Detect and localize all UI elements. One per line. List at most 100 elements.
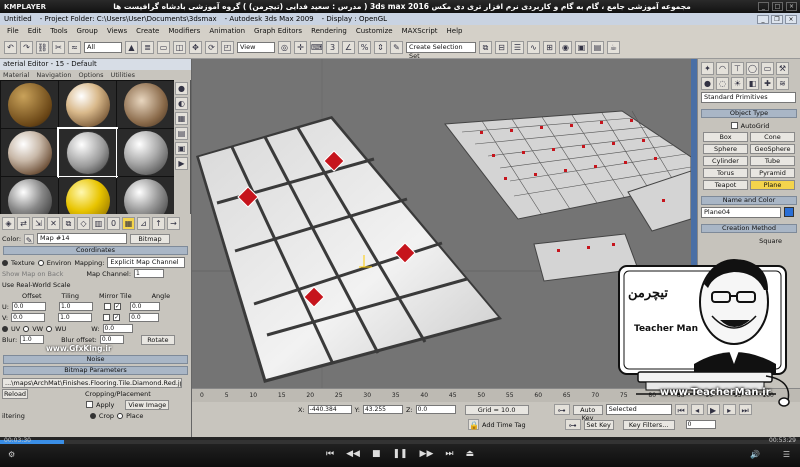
v-mirror-checkbox[interactable] xyxy=(103,314,111,321)
next-chapter-icon[interactable]: ⏭ xyxy=(445,449,453,459)
wu-radio[interactable] xyxy=(46,325,53,332)
show-map-on-back-label[interactable]: Show Map on Back xyxy=(2,270,63,278)
volume-icon[interactable]: 🔊 xyxy=(750,450,760,459)
map-type-button[interactable]: Bitmap xyxy=(130,233,171,244)
make-unique-icon[interactable]: ◇ xyxy=(77,217,90,230)
reference-coord-dropdown[interactable]: View xyxy=(237,42,275,53)
close-icon[interactable]: × xyxy=(786,2,797,11)
v-offset-input[interactable]: 0.0 xyxy=(11,313,46,322)
v-tiling-input[interactable]: 1.0 xyxy=(58,313,93,322)
prev-chapter-icon[interactable]: ⏮ xyxy=(326,449,334,459)
menu-group[interactable]: Group xyxy=(77,27,98,35)
maximize-icon[interactable]: □ xyxy=(772,2,783,11)
quick-render-icon[interactable]: ☕ xyxy=(607,41,620,54)
window-crossing-icon[interactable]: ◫ xyxy=(173,41,186,54)
current-frame-input[interactable]: 0 xyxy=(685,420,716,429)
set-key-icon[interactable]: ⊶ xyxy=(564,419,581,430)
menu-help[interactable]: Help xyxy=(447,27,463,35)
u-tiling-input[interactable]: 1.0 xyxy=(58,302,93,311)
shapes-icon[interactable]: ◌ xyxy=(716,77,729,90)
w-angle-input[interactable]: 0.0 xyxy=(102,324,133,333)
select-rotate-icon[interactable]: ⟳ xyxy=(205,41,218,54)
menu-navigation[interactable]: Navigation xyxy=(36,70,71,80)
mapping-dropdown[interactable]: Explicit Map Channel xyxy=(107,257,186,268)
menu-edit[interactable]: Edit xyxy=(28,27,42,35)
real-world-label[interactable]: Use Real-World Scale xyxy=(2,281,71,289)
hierarchy-tab-icon[interactable]: ⊤ xyxy=(731,62,744,75)
spacewarps-icon[interactable]: ≋ xyxy=(776,77,789,90)
x-coord-input[interactable]: -440.384 xyxy=(307,405,352,414)
sample-slot[interactable] xyxy=(1,129,58,176)
layer-manager-icon[interactable]: ☰ xyxy=(511,41,524,54)
sample-type-icon[interactable]: ● xyxy=(175,82,188,95)
reset-map-icon[interactable]: ✕ xyxy=(47,217,60,230)
time-tag-icon[interactable]: 🔒 xyxy=(468,419,479,430)
lights-icon[interactable]: ☀ xyxy=(731,77,744,90)
show-map-in-viewport-icon[interactable]: ▦ xyxy=(122,217,135,230)
display-tab-icon[interactable]: ▭ xyxy=(761,62,774,75)
max-restore-icon[interactable]: ❐ xyxy=(771,14,783,24)
tube-button[interactable]: Tube xyxy=(750,156,795,166)
unlink-icon[interactable]: ✂ xyxy=(52,41,65,54)
material-editor-icon[interactable]: ◉ xyxy=(559,41,572,54)
u-angle-input[interactable]: 0.0 xyxy=(129,302,160,311)
seek-bar[interactable] xyxy=(0,440,800,444)
rotate-button[interactable]: Rotate xyxy=(140,334,175,345)
manipulate-icon[interactable]: ✛ xyxy=(294,41,307,54)
backlight-icon[interactable]: ◐ xyxy=(175,97,188,110)
bitmap-path-button[interactable]: ...\maps\ArchMat\Finishes.Flooring.Tile.… xyxy=(2,377,182,388)
redo-icon[interactable]: ↷ xyxy=(20,41,33,54)
select-move-icon[interactable]: ✥ xyxy=(189,41,202,54)
u-mirror-checkbox[interactable] xyxy=(103,303,111,310)
go-forward-icon[interactable]: → xyxy=(167,217,180,230)
tile-plane-large[interactable] xyxy=(196,116,502,383)
sample-slot[interactable] xyxy=(117,177,174,214)
box-button[interactable]: Box xyxy=(703,132,748,142)
blur-offset-input[interactable]: 0.0 xyxy=(99,335,124,344)
set-key-button[interactable]: Set Key xyxy=(583,419,614,430)
max-minimize-icon[interactable]: _ xyxy=(757,14,769,24)
pyramid-button[interactable]: Pyramid xyxy=(750,168,795,178)
map-channel-input[interactable]: 1 xyxy=(134,269,165,278)
teapot-button[interactable]: Teapot xyxy=(703,180,748,190)
select-object-icon[interactable]: ▲ xyxy=(125,41,138,54)
sample-slot[interactable] xyxy=(117,81,174,128)
menu-utilities[interactable]: Utilities xyxy=(111,70,135,80)
menu-tools[interactable]: Tools xyxy=(50,27,67,35)
material-id-icon[interactable]: 0 xyxy=(107,217,120,230)
video-color-check-icon[interactable]: ▣ xyxy=(175,142,188,155)
autogrid-checkbox[interactable] xyxy=(730,122,738,129)
selection-set-dropdown[interactable]: Create Selection Set xyxy=(406,42,476,60)
geosphere-button[interactable]: GeoSphere xyxy=(750,144,795,154)
settings-icon[interactable]: ⚙ xyxy=(8,450,15,459)
align-icon[interactable]: ⊟ xyxy=(495,41,508,54)
view-image-button[interactable]: View Image xyxy=(125,399,170,410)
object-name-input[interactable]: Plane04 xyxy=(701,207,781,218)
sample-slot[interactable] xyxy=(1,81,58,128)
selection-filter-dropdown[interactable]: All xyxy=(84,42,122,53)
max-close-icon[interactable]: × xyxy=(785,14,797,24)
key-mode-icon[interactable]: ⊶ xyxy=(553,404,570,415)
utilities-tab-icon[interactable]: ⚒ xyxy=(776,62,789,75)
crop-radio[interactable] xyxy=(89,412,96,419)
menu-maxscript[interactable]: MAXScript xyxy=(402,27,438,35)
rect-selection-icon[interactable]: ▭ xyxy=(157,41,170,54)
z-coord-input[interactable]: 0.0 xyxy=(415,405,456,414)
modify-tab-icon[interactable]: ◠ xyxy=(716,62,729,75)
minimize-icon[interactable]: _ xyxy=(758,2,769,11)
keyboard-shortcut-icon[interactable]: ⌨ xyxy=(310,41,323,54)
environ-radio[interactable] xyxy=(37,259,44,266)
create-tab-icon[interactable]: ✦ xyxy=(701,62,714,75)
curve-editor-icon[interactable]: ∿ xyxy=(527,41,540,54)
copy-material-icon[interactable]: ⧉ xyxy=(62,217,75,230)
blur-input[interactable]: 1.0 xyxy=(20,335,45,344)
torus-button[interactable]: Torus xyxy=(703,168,748,178)
v-tile-checkbox[interactable]: ✓ xyxy=(113,314,121,321)
noise-header[interactable]: Noise xyxy=(3,355,188,364)
coordinates-header[interactable]: Coordinates xyxy=(3,246,188,255)
menu-animation[interactable]: Animation xyxy=(209,27,245,35)
render-frame-icon[interactable]: ▤ xyxy=(591,41,604,54)
name-color-header[interactable]: Name and Color xyxy=(701,196,797,205)
schematic-view-icon[interactable]: ⊞ xyxy=(543,41,556,54)
sample-slot[interactable] xyxy=(59,81,116,128)
